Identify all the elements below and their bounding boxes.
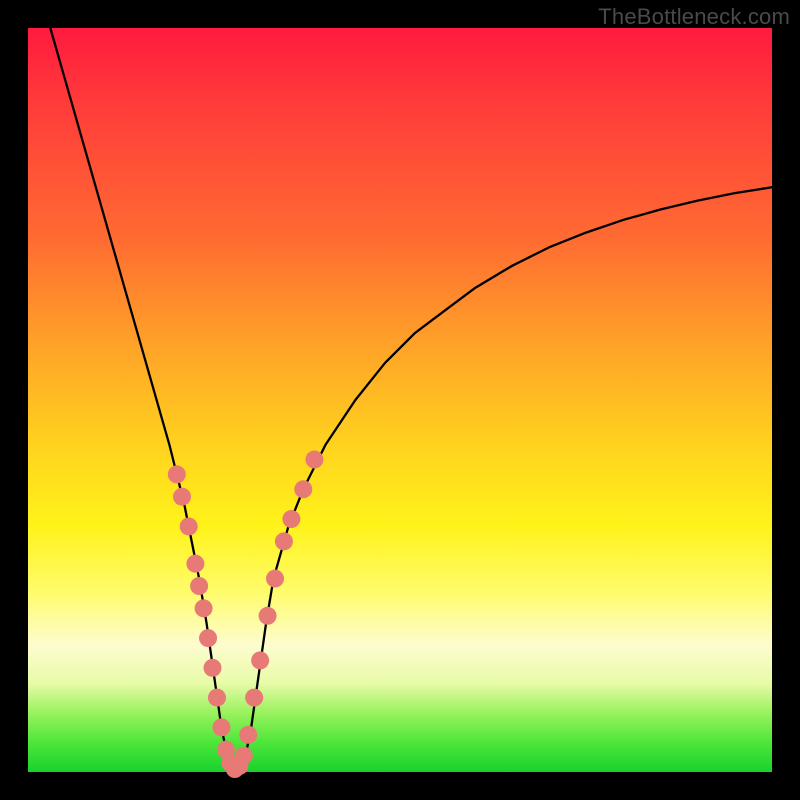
curve-marker (199, 629, 217, 647)
curve-marker (305, 451, 323, 469)
curve-marker (294, 480, 312, 498)
curve-marker (235, 747, 253, 765)
chart-frame: TheBottleneck.com (0, 0, 800, 800)
plot-area (28, 28, 772, 772)
curve-marker (168, 465, 186, 483)
curve-marker (204, 659, 222, 677)
curve-marker (208, 689, 226, 707)
curve-marker (266, 570, 284, 588)
bottleneck-curve-svg (28, 28, 772, 772)
curve-marker (282, 510, 300, 528)
curve-marker (259, 607, 277, 625)
curve-marker (275, 532, 293, 550)
curve-marker (190, 577, 208, 595)
curve-marker (239, 726, 257, 744)
curve-marker (173, 488, 191, 506)
watermark-text: TheBottleneck.com (598, 4, 790, 30)
curve-marker (180, 517, 198, 535)
curve-marker (212, 718, 230, 736)
curve-marker (186, 555, 204, 573)
curve-marker (245, 689, 263, 707)
bottleneck-curve (50, 28, 772, 772)
curve-marker (195, 599, 213, 617)
curve-marker (251, 651, 269, 669)
